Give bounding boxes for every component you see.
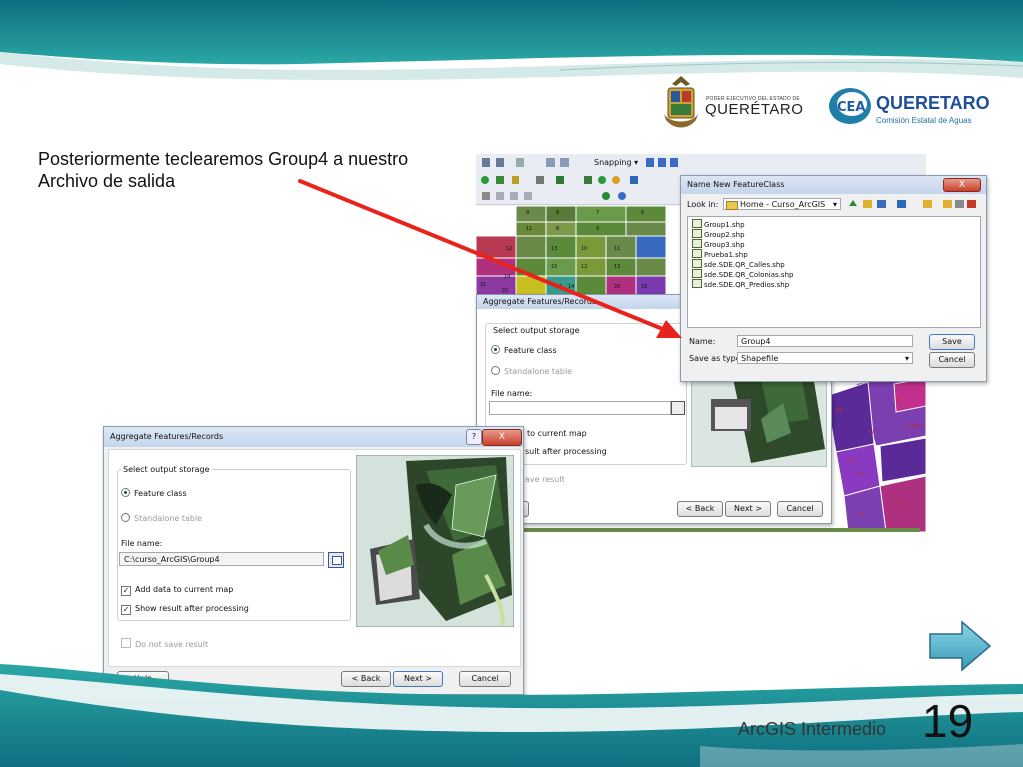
- help-icon[interactable]: ?: [466, 429, 482, 445]
- red-arrow-line: [298, 179, 667, 332]
- browse-save-icon[interactable]: [328, 552, 344, 568]
- checkmark-icon: ✓: [121, 586, 131, 596]
- dialog-close-button[interactable]: X: [482, 429, 522, 446]
- output-storage-label: Select output storage: [121, 465, 212, 474]
- feature-class-radio[interactable]: Feature class: [121, 488, 187, 498]
- checkmark-icon: ✓: [121, 605, 131, 615]
- standalone-table-radio[interactable]: Standalone table: [121, 513, 202, 523]
- wizard-illustration: [356, 455, 514, 627]
- page-number: 19: [922, 695, 974, 747]
- radio-selected-icon: [121, 488, 130, 497]
- add-to-map-checkbox[interactable]: ✓ Add data to current map: [121, 585, 233, 596]
- do-not-save-checkbox[interactable]: Do not save result: [121, 638, 208, 649]
- file-name-label: File name:: [121, 539, 163, 548]
- dialog-title: Aggregate Features/Records: [110, 432, 224, 441]
- bottom-decorative-band: [0, 664, 1023, 767]
- footer-title: ArcGIS Intermedio: [738, 719, 887, 739]
- file-name-input[interactable]: C:\curso_ArcGIS\Group4: [119, 552, 324, 566]
- checkbox-empty-icon: [121, 638, 131, 648]
- show-result-checkbox[interactable]: ✓ Show result after processing: [121, 604, 249, 615]
- radio-empty-icon: [121, 513, 130, 522]
